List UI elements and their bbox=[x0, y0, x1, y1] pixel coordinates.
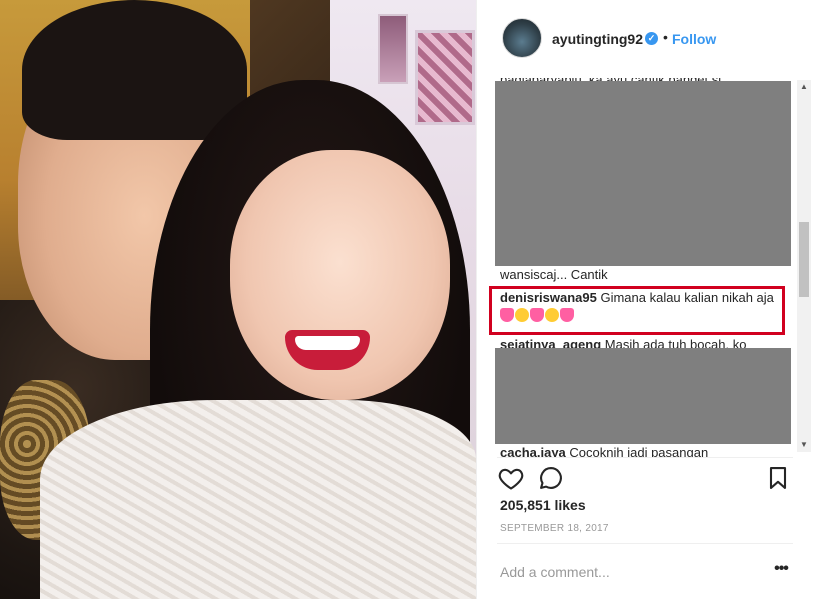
comment-text: Gimana kalau kalian nikah aja bbox=[600, 290, 774, 305]
separator-dot: • bbox=[663, 29, 668, 45]
post-actions bbox=[477, 460, 813, 500]
comments-list[interactable]: pagiaparyapiu_ka ayu cantik banget si wa… bbox=[477, 78, 813, 458]
username-link[interactable]: ayutingting92 bbox=[552, 31, 643, 47]
post-header: ayutingting92 ✓ • Follow bbox=[477, 0, 813, 78]
verified-badge-icon: ✓ bbox=[645, 32, 658, 45]
follow-button[interactable]: Follow bbox=[672, 31, 716, 47]
emoji-face-icon bbox=[545, 308, 559, 322]
post-photo[interactable] bbox=[0, 0, 476, 599]
divider bbox=[497, 457, 793, 458]
comment: cacha.jaya Cocoknih jadi pasangan bbox=[500, 444, 708, 458]
post-side-panel: ayutingting92 ✓ • Follow pagiaparyapiu_k… bbox=[476, 0, 813, 599]
emoji-kiss-icon bbox=[560, 308, 574, 322]
comments-scrollbar[interactable]: ▲ ▼ bbox=[797, 80, 811, 452]
scroll-thumb[interactable] bbox=[799, 222, 809, 297]
man-hair bbox=[22, 0, 247, 140]
avatar[interactable] bbox=[502, 18, 542, 58]
heart-icon[interactable] bbox=[497, 464, 525, 492]
more-options-icon[interactable]: ••• bbox=[771, 561, 791, 582]
redacted-block bbox=[495, 81, 791, 266]
post-date[interactable]: SEPTEMBER 18, 2017 bbox=[500, 523, 609, 534]
scroll-up-arrow-icon[interactable]: ▲ bbox=[797, 80, 811, 94]
bookmark-icon[interactable] bbox=[764, 464, 792, 492]
likes-count[interactable]: 205,851 likes bbox=[500, 497, 586, 513]
scroll-down-arrow-icon[interactable]: ▼ bbox=[797, 438, 811, 452]
wall-frame bbox=[415, 30, 475, 125]
divider bbox=[497, 543, 793, 544]
redacted-block bbox=[495, 348, 791, 444]
wall-frame bbox=[378, 14, 408, 84]
comment-highlighted: denisriswana95 Gimana kalau kalian nikah… bbox=[500, 289, 780, 325]
comment-icon[interactable] bbox=[537, 464, 565, 492]
woman-teeth bbox=[295, 336, 360, 350]
add-comment-input[interactable] bbox=[500, 562, 760, 582]
comment-partial: wansiscaj... Cantik bbox=[500, 267, 608, 282]
emoji-kiss-icon bbox=[500, 308, 514, 322]
emoji-kiss-icon bbox=[530, 308, 544, 322]
lace-dress bbox=[40, 400, 476, 599]
emoji-face-icon bbox=[515, 308, 529, 322]
comment-username[interactable]: denisriswana95 bbox=[500, 290, 597, 305]
